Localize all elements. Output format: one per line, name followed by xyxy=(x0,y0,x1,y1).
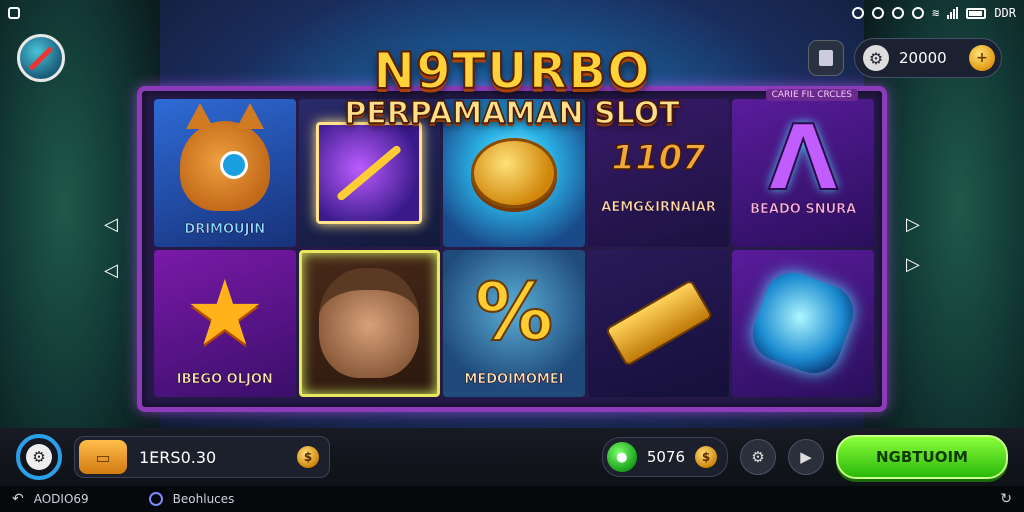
reel-label: IBEGO OLJON xyxy=(176,372,273,388)
footer-ring-icon xyxy=(148,492,163,506)
wifi-icon: ≋ xyxy=(932,6,940,20)
cta-button[interactable]: NGBTUOIM xyxy=(836,435,1008,479)
star-icon: ★ xyxy=(184,261,266,367)
gear-icon: ⚙ xyxy=(26,444,52,470)
game-title: N9TURBO xyxy=(372,41,651,101)
refresh-icon[interactable]: ↻ xyxy=(1000,491,1012,507)
fox-icon xyxy=(179,102,270,211)
bottom-control-bar: ⚙ ▭ 1ERS0.30 $ ● 5076 $ ⚙ ▶ NGBTUOIM xyxy=(0,428,1024,486)
settings-button[interactable]: ⚙ xyxy=(740,439,776,475)
play-button[interactable]: ▶ xyxy=(788,439,824,475)
reel-label: MEDOIMOMEI xyxy=(464,372,564,388)
status-circle-icon xyxy=(852,7,865,19)
pen-card-icon xyxy=(316,121,423,224)
footer-bar: ↶ AODIO69 Beohluces ↻ xyxy=(0,486,1024,512)
prev-arrow-upper[interactable]: ◁ xyxy=(104,214,118,235)
game-subtitle: PERPAMAMAN SLOT xyxy=(344,95,681,132)
prev-arrow-lower[interactable]: ◁ xyxy=(104,260,118,281)
status-label: DDR xyxy=(994,6,1016,20)
battery-icon xyxy=(966,7,987,19)
next-arrow-lower[interactable]: ▷ xyxy=(906,254,920,275)
square-outline-icon xyxy=(8,7,20,19)
wallet-icon[interactable]: ▭ xyxy=(79,440,127,474)
win-amount: 5076 xyxy=(646,448,685,466)
gold-bar-icon xyxy=(604,279,713,368)
reel-cell-star[interactable]: ★ IBEGO OLJON xyxy=(154,249,296,397)
status-face-icon xyxy=(892,7,905,19)
number-badge-icon: 1107 xyxy=(607,137,710,179)
green-chip-icon: ● xyxy=(606,442,637,472)
autospin-button[interactable]: ⚙ xyxy=(16,434,62,480)
reel-label: DRIMOUJIN xyxy=(184,221,266,237)
reel-cell-hero[interactable] xyxy=(298,249,441,397)
reel-label: AEMG&IRNAIAR xyxy=(601,199,716,215)
reel-label: BEADO SNURA xyxy=(750,201,857,217)
footer-left-text: AODIO69 xyxy=(33,492,89,506)
signal-icon xyxy=(947,7,959,19)
coin-icon: $ xyxy=(297,446,319,468)
status-alert-icon xyxy=(872,7,885,19)
back-icon[interactable]: ↶ xyxy=(12,491,24,507)
win-box: ● 5076 $ xyxy=(601,437,728,477)
status-notification-icon xyxy=(912,7,925,19)
reel-cell-gold-bar[interactable] xyxy=(587,249,730,397)
balance-box: ▭ 1ERS0.30 $ xyxy=(74,436,330,478)
game-title-block: N9TURBO PERPAMAMAN SLOT xyxy=(0,41,1024,132)
reel-cell-percent[interactable]: % MEDOIMOMEI xyxy=(443,249,585,397)
balance-value: 1ERS0.30 xyxy=(139,447,217,467)
percent-icon: % xyxy=(474,267,554,359)
footer-mid-text: Beohluces xyxy=(172,492,235,506)
status-bar: ≋ DDR xyxy=(0,0,1024,26)
slot-reel-frame: CARIE FIL CRCLES DRIMOUJIN 1107 AEMG&IRN… xyxy=(137,86,887,412)
reel-cell-orb[interactable] xyxy=(732,249,874,397)
coin-icon: $ xyxy=(695,446,717,468)
blue-orb-icon xyxy=(745,265,861,381)
gold-coin-icon xyxy=(470,137,557,208)
next-arrow-upper[interactable]: ▷ xyxy=(906,214,920,235)
